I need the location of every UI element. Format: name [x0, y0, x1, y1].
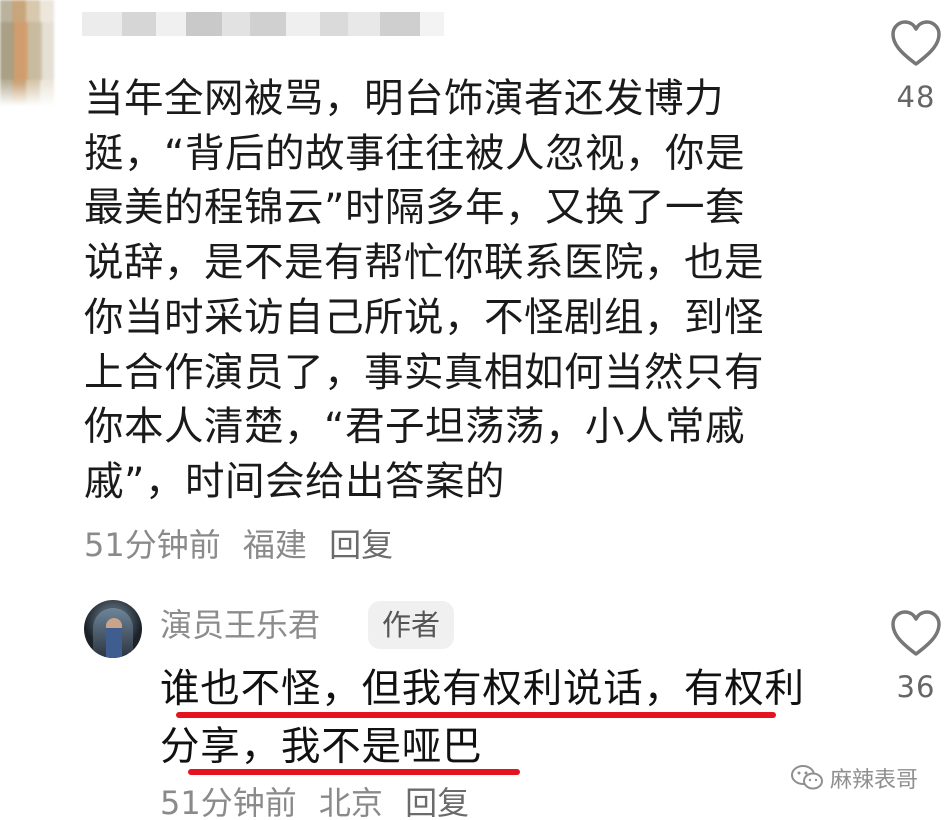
- watermark: 麻辣表哥: [790, 762, 918, 794]
- reply-location: 北京: [318, 784, 383, 820]
- reply-author-avatar[interactable]: [84, 600, 142, 658]
- reply-meta: 51分钟前 北京 回复: [160, 778, 481, 820]
- watermark-text: 麻辣表哥: [829, 768, 918, 793]
- commenter-avatar-blurred[interactable]: [0, 0, 54, 106]
- comment-like-button[interactable]: 48: [886, 20, 944, 114]
- comment-line: 你本人清楚，“君子坦荡荡，小人常戚: [84, 404, 745, 451]
- reply-like-button[interactable]: 36: [886, 610, 944, 704]
- comment-like-count: 48: [896, 80, 936, 114]
- reply-like-count: 36: [896, 670, 936, 704]
- comment-line: 上合作演员了，事实真相如何当然只有: [84, 349, 764, 396]
- comment-line: 你当时采访自己所说，不怪剧组，到怪: [84, 294, 764, 341]
- comment-reply-button[interactable]: 回复: [329, 526, 393, 564]
- reply-text: 谁也不怪，但我有权利说话，有权利 分享，我不是哑巴: [160, 660, 860, 776]
- comment-line: 最美的程锦云”时隔多年，又换了一套: [84, 185, 745, 232]
- reply-author-name[interactable]: 演员王乐君: [160, 600, 320, 650]
- comment-text: 当年全网被骂，明台饰演者还发博力 挺，“背后的故事往往被人忽视，你是 最美的程锦…: [84, 72, 814, 510]
- comment-line: 戚”，时间会给出答案的: [84, 458, 505, 505]
- red-underline: [176, 712, 776, 718]
- comment-line: 当年全网被骂，明台饰演者还发博力: [84, 76, 724, 122]
- heart-icon: [891, 20, 941, 66]
- comment-line: 说辞，是不是有帮忙你联系医院，也是: [84, 240, 764, 287]
- commenter-name-mosaic: [82, 0, 444, 48]
- comment-thread: 当年全网被骂，明台饰演者还发博力 挺，“背后的故事往往被人忽视，你是 最美的程锦…: [0, 0, 944, 820]
- red-underline: [188, 769, 520, 775]
- comment-location: 福建: [242, 526, 307, 564]
- comment-line: 挺，“背后的故事往往被人忽视，你是: [84, 130, 745, 177]
- reply-reply-button[interactable]: 回复: [405, 784, 469, 820]
- wechat-icon: [790, 765, 823, 790]
- reply-line: 谁也不怪，但我有权利说话，有权利: [160, 666, 805, 712]
- reply-time: 51分钟前: [160, 784, 297, 820]
- author-badge: 作者: [368, 601, 455, 649]
- reply-line: 分享，我不是哑巴: [160, 724, 483, 770]
- comment-time: 51分钟前: [84, 526, 221, 564]
- heart-icon: [891, 610, 941, 656]
- comment-meta: 51分钟前 福建 回复: [84, 520, 405, 566]
